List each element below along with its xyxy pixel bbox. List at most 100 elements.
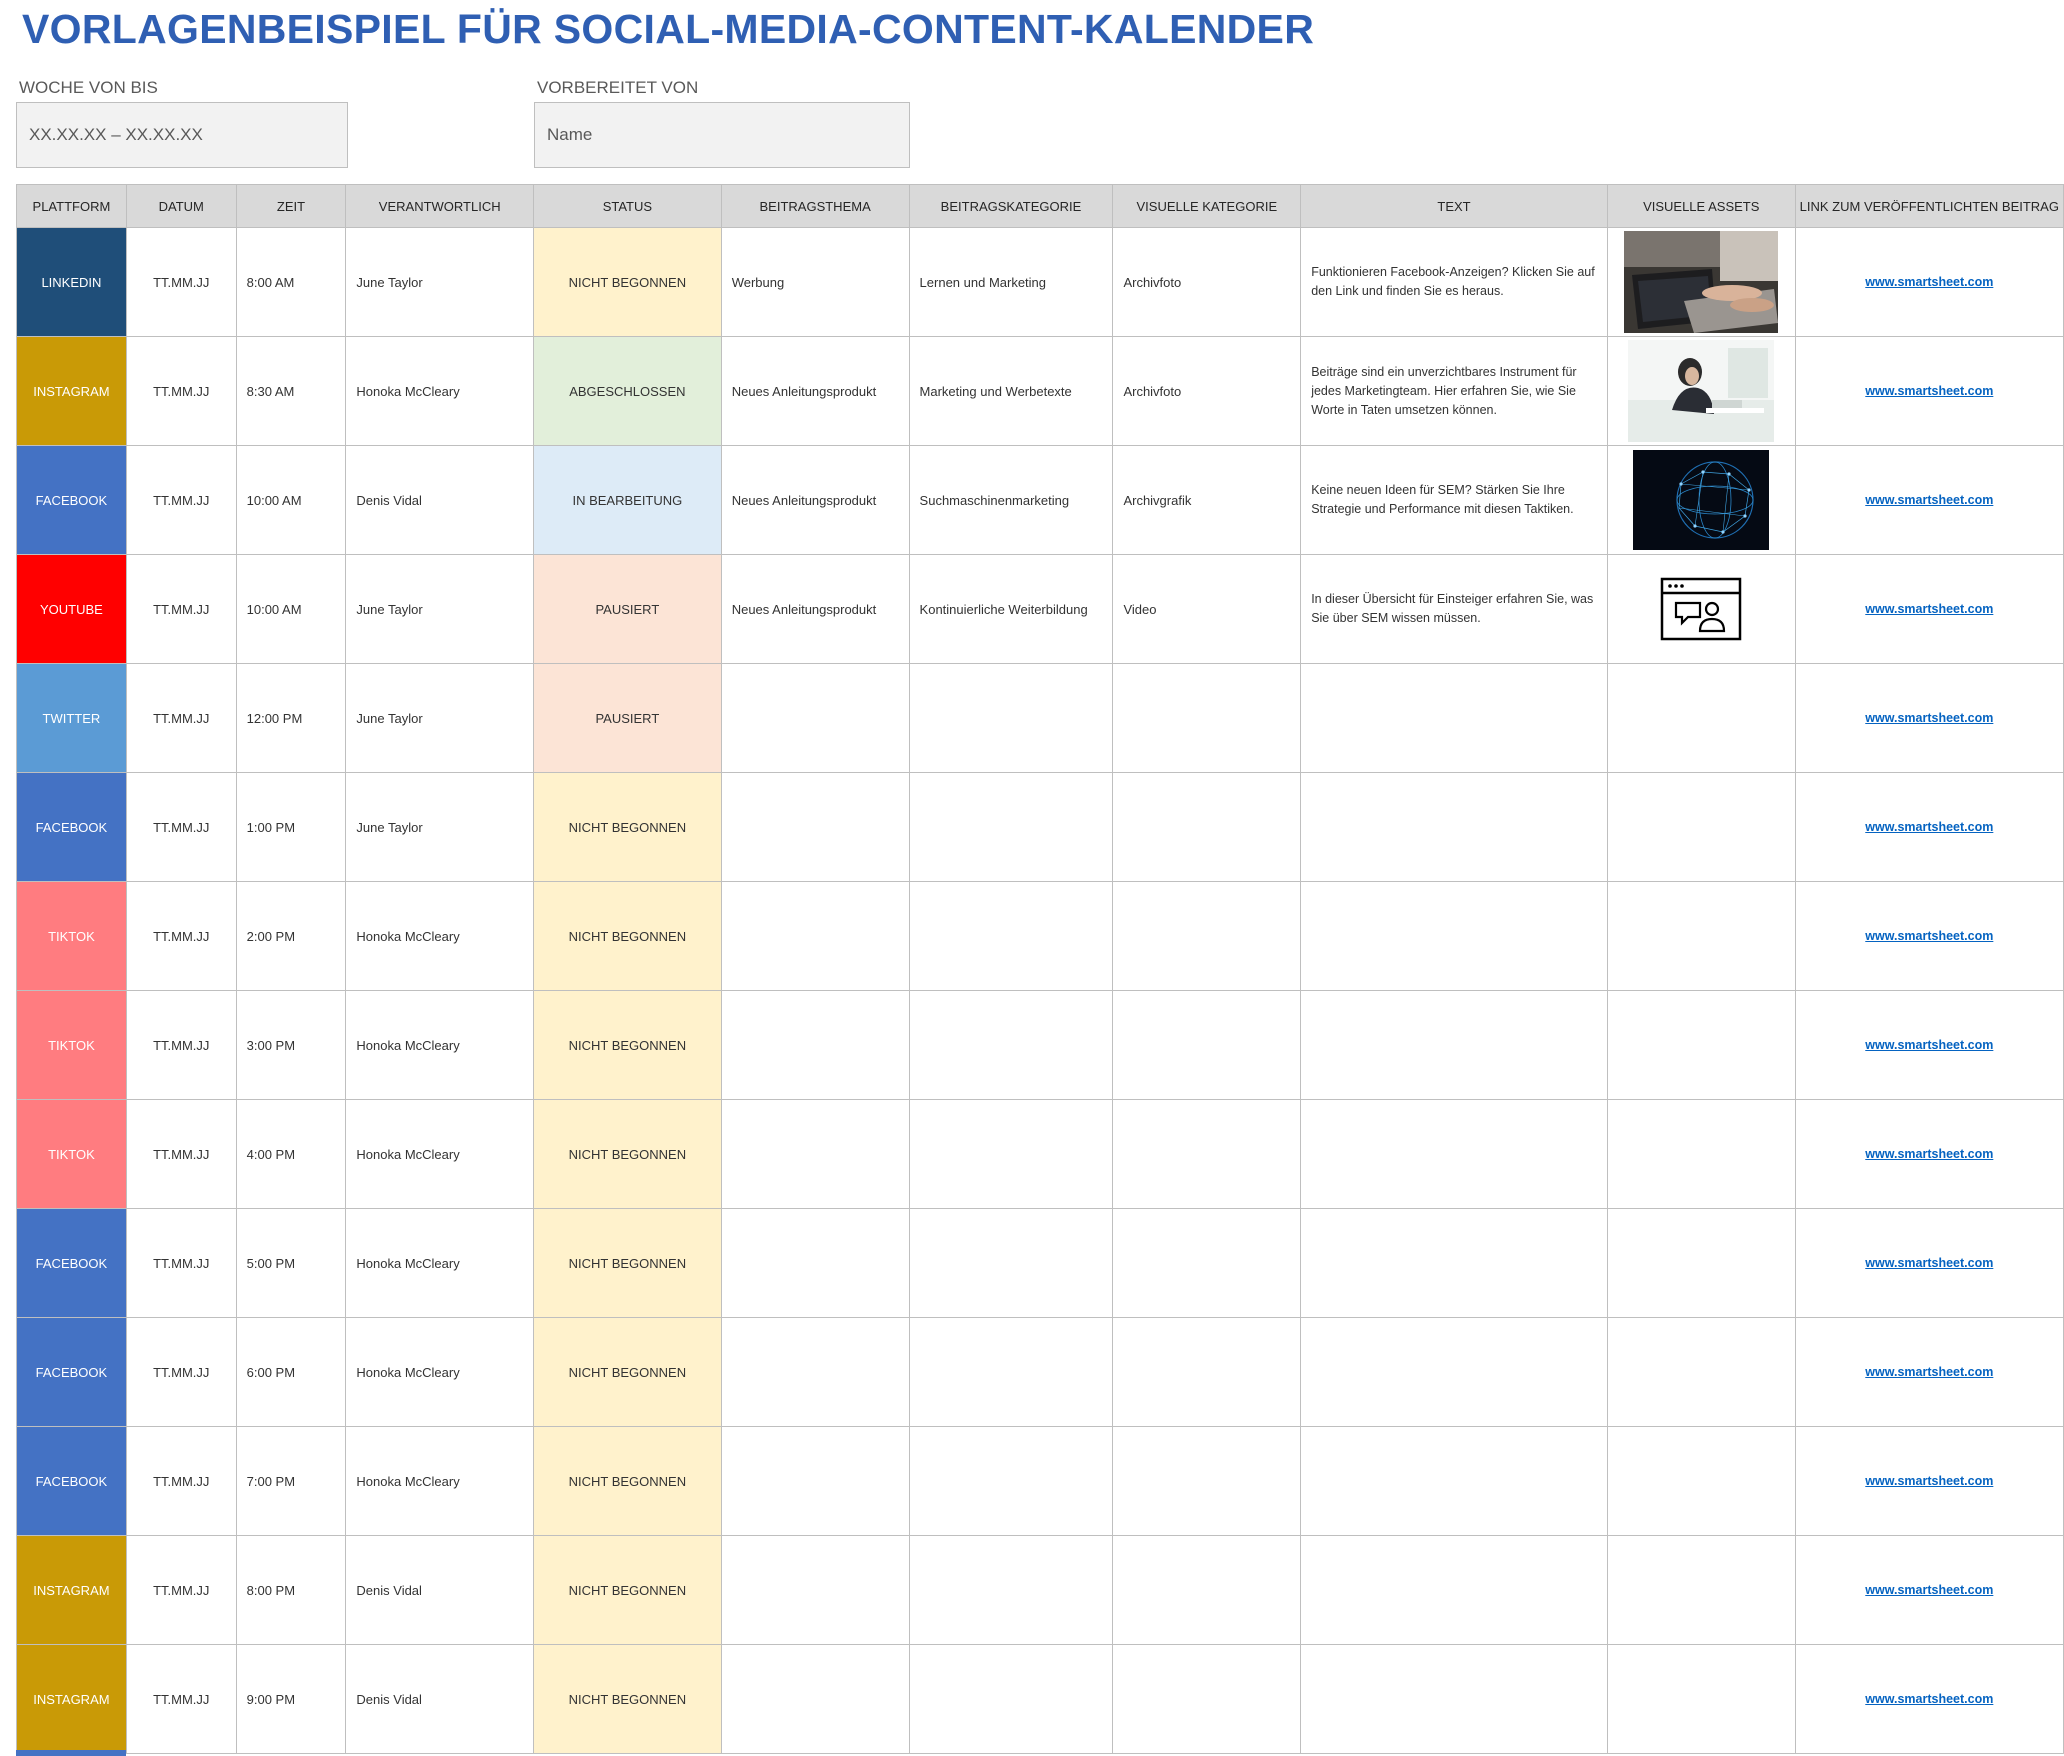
text-cell[interactable]: Funktionieren Facebook-Anzeigen? Klicken… [1300, 227, 1608, 337]
visual-category-cell[interactable] [1112, 881, 1302, 991]
category-cell[interactable]: Suchmaschinenmarketing [908, 445, 1114, 555]
category-cell[interactable] [908, 1535, 1114, 1645]
date-cell[interactable]: TT.MM.JJ [125, 990, 237, 1100]
date-cell[interactable]: TT.MM.JJ [125, 881, 237, 991]
visual-asset-cell[interactable] [1606, 1644, 1796, 1754]
time-cell[interactable]: 7:00 PM [235, 1426, 347, 1536]
visual-category-cell[interactable] [1112, 772, 1302, 882]
owner-cell[interactable]: June Taylor [345, 772, 535, 882]
visual-asset-cell[interactable] [1606, 1099, 1796, 1209]
time-cell[interactable]: 6:00 PM [235, 1317, 347, 1427]
status-cell[interactable]: NICHT BEGONNEN [533, 227, 722, 337]
platform-cell[interactable]: TWITTER [16, 663, 127, 773]
category-cell[interactable] [908, 990, 1114, 1100]
category-cell[interactable]: Marketing und Werbetexte [908, 336, 1114, 446]
owner-cell[interactable]: June Taylor [345, 227, 535, 337]
link-cell[interactable]: www.smartsheet.com [1794, 336, 2064, 446]
platform-cell[interactable]: TIKTOK [16, 990, 127, 1100]
topic-cell[interactable]: Neues Anleitungsprodukt [720, 336, 910, 446]
time-cell[interactable]: 3:00 PM [235, 990, 347, 1100]
visual-category-cell[interactable]: Archivfoto [1112, 227, 1302, 337]
category-cell[interactable] [908, 663, 1114, 773]
visual-asset-cell[interactable] [1606, 663, 1796, 773]
visual-category-cell[interactable] [1112, 663, 1302, 773]
column-header-date[interactable]: DATUM [125, 184, 237, 228]
visual-asset-cell[interactable] [1606, 336, 1796, 446]
column-header-visual-assets[interactable]: VISUELLE ASSETS [1606, 184, 1796, 228]
published-post-link[interactable]: www.smartsheet.com [1865, 820, 1993, 834]
time-cell[interactable]: 10:00 AM [235, 445, 347, 555]
status-cell[interactable]: PAUSIERT [533, 554, 722, 664]
column-header-owner[interactable]: VERANTWORTLICH [345, 184, 535, 228]
status-cell[interactable]: NICHT BEGONNEN [533, 1208, 722, 1318]
link-cell[interactable]: www.smartsheet.com [1794, 772, 2064, 882]
date-cell[interactable]: TT.MM.JJ [125, 663, 237, 773]
category-cell[interactable] [908, 1426, 1114, 1536]
date-cell[interactable]: TT.MM.JJ [125, 1208, 237, 1318]
text-cell[interactable] [1300, 881, 1608, 991]
prepared-by-field[interactable]: Name [534, 102, 910, 168]
status-cell[interactable]: NICHT BEGONNEN [533, 990, 722, 1100]
text-cell[interactable] [1300, 1208, 1608, 1318]
status-cell[interactable]: IN BEARBEITUNG [533, 445, 722, 555]
text-cell[interactable] [1300, 1099, 1608, 1209]
owner-cell[interactable]: Honoka McCleary [345, 990, 535, 1100]
category-cell[interactable]: Kontinuierliche Weiterbildung [908, 554, 1114, 664]
link-cell[interactable]: www.smartsheet.com [1794, 1317, 2064, 1427]
time-cell[interactable]: 2:00 PM [235, 881, 347, 991]
visual-category-cell[interactable] [1112, 1208, 1302, 1318]
platform-cell[interactable]: INSTAGRAM [16, 336, 127, 446]
status-cell[interactable]: NICHT BEGONNEN [533, 1317, 722, 1427]
visual-category-cell[interactable] [1112, 1644, 1302, 1754]
time-cell[interactable]: 9:00 PM [235, 1644, 347, 1754]
visual-asset-cell[interactable] [1606, 1208, 1796, 1318]
column-header-time[interactable]: ZEIT [235, 184, 347, 228]
visual-asset-cell[interactable] [1606, 1426, 1796, 1536]
platform-cell[interactable]: TIKTOK [16, 881, 127, 991]
platform-cell[interactable]: LINKEDIN [16, 227, 127, 337]
date-cell[interactable]: TT.MM.JJ [125, 1317, 237, 1427]
published-post-link[interactable]: www.smartsheet.com [1865, 1038, 1993, 1052]
owner-cell[interactable]: Denis Vidal [345, 1644, 535, 1754]
published-post-link[interactable]: www.smartsheet.com [1865, 1583, 1993, 1597]
published-post-link[interactable]: www.smartsheet.com [1865, 929, 1993, 943]
status-cell[interactable]: NICHT BEGONNEN [533, 881, 722, 991]
category-cell[interactable] [908, 1099, 1114, 1209]
visual-asset-cell[interactable] [1606, 772, 1796, 882]
owner-cell[interactable]: Honoka McCleary [345, 1099, 535, 1209]
link-cell[interactable]: www.smartsheet.com [1794, 881, 2064, 991]
published-post-link[interactable]: www.smartsheet.com [1865, 275, 1993, 289]
status-cell[interactable]: NICHT BEGONNEN [533, 1644, 722, 1754]
category-cell[interactable] [908, 1208, 1114, 1318]
time-cell[interactable]: 1:00 PM [235, 772, 347, 882]
published-post-link[interactable]: www.smartsheet.com [1865, 1365, 1993, 1379]
visual-asset-cell[interactable] [1606, 881, 1796, 991]
visual-category-cell[interactable]: Video [1112, 554, 1302, 664]
link-cell[interactable]: www.smartsheet.com [1794, 227, 2064, 337]
status-cell[interactable]: PAUSIERT [533, 663, 722, 773]
status-cell[interactable]: NICHT BEGONNEN [533, 1535, 722, 1645]
category-cell[interactable] [908, 1644, 1114, 1754]
topic-cell[interactable] [720, 1644, 910, 1754]
topic-cell[interactable] [720, 881, 910, 991]
topic-cell[interactable] [720, 772, 910, 882]
text-cell[interactable] [1300, 663, 1608, 773]
date-cell[interactable]: TT.MM.JJ [125, 227, 237, 337]
topic-cell[interactable] [720, 1208, 910, 1318]
text-cell[interactable] [1300, 772, 1608, 882]
owner-cell[interactable]: Denis Vidal [345, 1535, 535, 1645]
link-cell[interactable]: www.smartsheet.com [1794, 554, 2064, 664]
link-cell[interactable]: www.smartsheet.com [1794, 663, 2064, 773]
owner-cell[interactable]: Honoka McCleary [345, 336, 535, 446]
date-cell[interactable]: TT.MM.JJ [125, 1535, 237, 1645]
published-post-link[interactable]: www.smartsheet.com [1865, 493, 1993, 507]
visual-category-cell[interactable]: Archivfoto [1112, 336, 1302, 446]
time-cell[interactable]: 8:00 AM [235, 227, 347, 337]
owner-cell[interactable]: Honoka McCleary [345, 1426, 535, 1536]
time-cell[interactable]: 10:00 AM [235, 554, 347, 664]
published-post-link[interactable]: www.smartsheet.com [1865, 711, 1993, 725]
platform-cell[interactable]: TIKTOK [16, 1099, 127, 1209]
visual-asset-cell[interactable] [1606, 554, 1796, 664]
status-cell[interactable]: NICHT BEGONNEN [533, 1099, 722, 1209]
visual-category-cell[interactable] [1112, 1426, 1302, 1536]
